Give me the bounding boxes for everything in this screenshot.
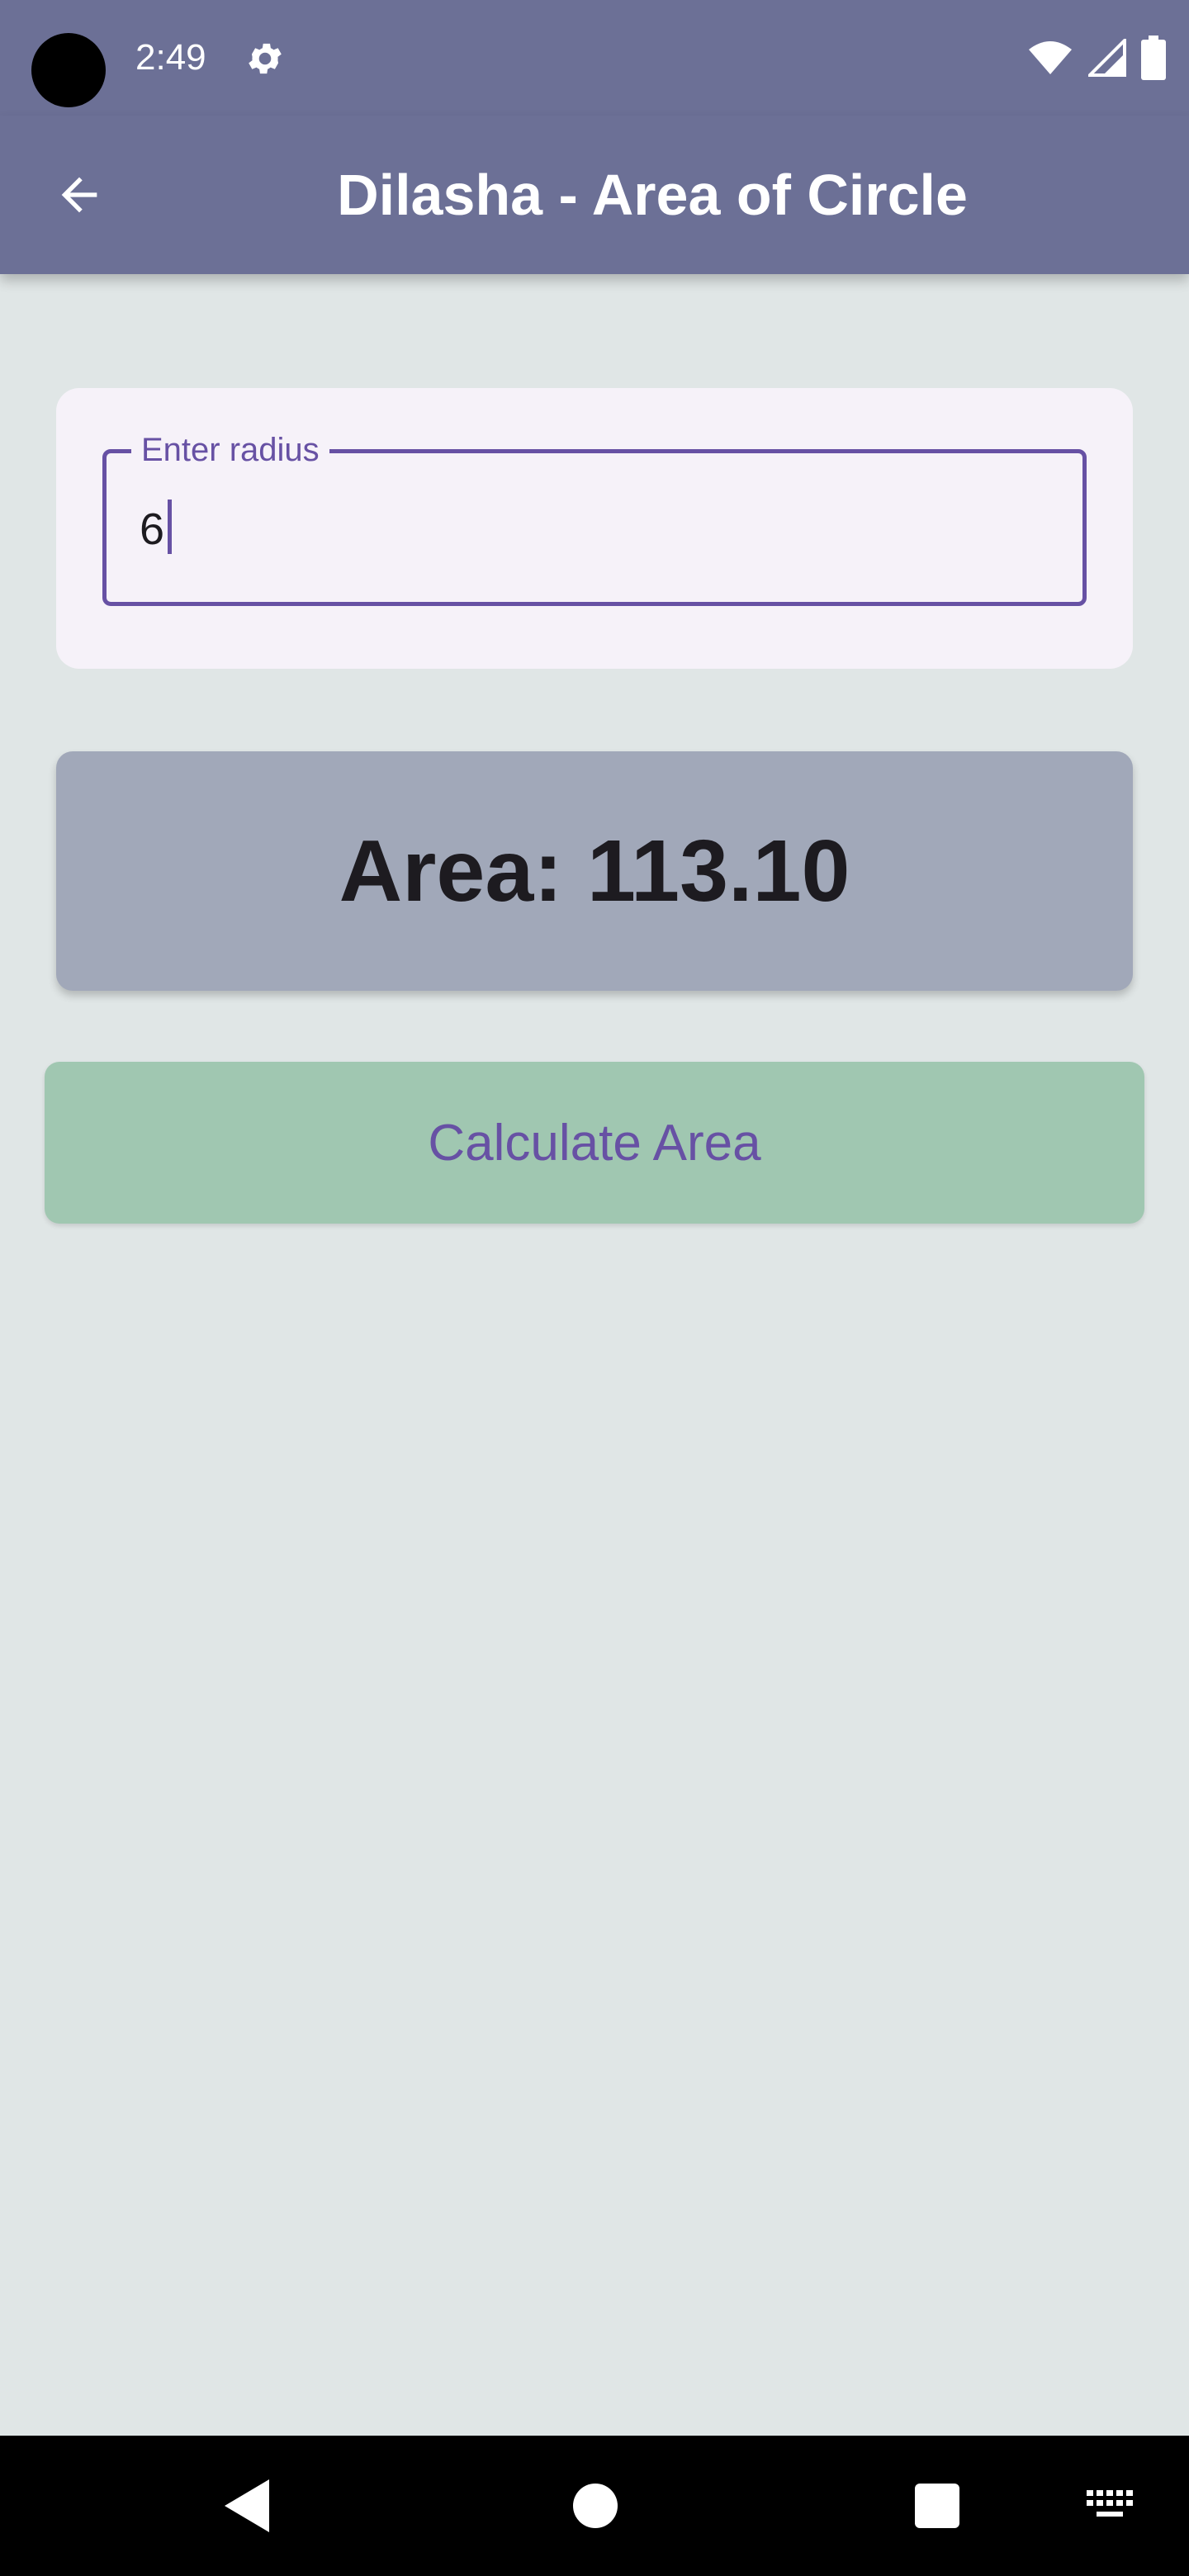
arrow-left-icon: [61, 177, 97, 213]
settings-icon: [249, 43, 282, 74]
camera-cutout: [31, 33, 106, 107]
calculate-area-label: Calculate Area: [428, 1114, 761, 1172]
wifi-icon: [1029, 41, 1072, 74]
calculate-area-button[interactable]: Calculate Area: [45, 1062, 1144, 1224]
navigation-bar: [0, 2436, 1189, 2576]
app-bar: Dilasha - Area of Circle: [0, 116, 1189, 274]
area-result: Area: 113.10: [339, 822, 850, 920]
radius-label: Enter radius: [131, 429, 329, 471]
back-triangle-icon[interactable]: [223, 2477, 272, 2535]
input-card: Enter radius 6: [56, 388, 1133, 669]
back-button[interactable]: [38, 154, 121, 236]
radius-value: 6: [140, 504, 165, 554]
page-title: Dilasha - Area of Circle: [337, 163, 968, 227]
radius-input[interactable]: Enter radius 6: [102, 429, 1087, 606]
status-bar: 2:49: [0, 0, 1189, 116]
battery-icon: [1141, 36, 1166, 80]
status-icons: [1027, 33, 1166, 83]
cell-signal-icon: [1088, 39, 1126, 77]
status-time: 2:49: [135, 37, 206, 78]
home-circle-icon[interactable]: [573, 2484, 618, 2528]
text-cursor: [168, 500, 173, 554]
recents-square-icon[interactable]: [915, 2484, 959, 2528]
radius-value-wrapper[interactable]: 6: [140, 500, 173, 559]
result-card: Area: 113.10: [56, 751, 1133, 991]
keyboard-icon[interactable]: [1087, 2490, 1133, 2523]
